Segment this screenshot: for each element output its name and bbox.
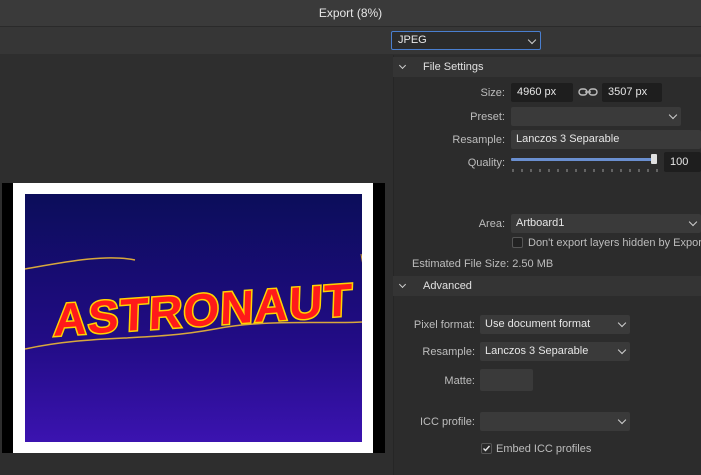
width-value: 4960 px — [517, 86, 557, 98]
resample-label: Resample: — [452, 134, 505, 146]
chevron-down-icon — [617, 345, 627, 355]
pixel-format-value: Use document format — [485, 318, 591, 330]
export-format-select[interactable]: JPEG — [391, 31, 541, 50]
preset-select[interactable] — [511, 107, 681, 126]
area-value: Artboard1 — [516, 217, 565, 229]
quality-slider-track — [511, 158, 653, 161]
link-icon[interactable] — [578, 86, 598, 98]
advanced-title: Advanced — [423, 280, 472, 292]
size-label: Size: — [480, 87, 505, 99]
preview-artwork: ASTRONAUT — [25, 194, 362, 442]
checkmark-icon — [483, 445, 491, 452]
quality-slider[interactable] — [511, 154, 659, 178]
chevron-down-icon — [398, 280, 407, 289]
embed-icc-label: Embed ICC profiles — [496, 443, 592, 455]
matte-swatch[interactable] — [480, 369, 533, 391]
file-settings-header[interactable]: File Settings — [393, 57, 701, 77]
file-settings-title: File Settings — [423, 61, 484, 73]
estimated-file-size: Estimated File Size: 2.50 MB — [412, 258, 554, 270]
advanced-resample-value: Lanczos 3 Separable — [485, 345, 589, 357]
icc-profile-select[interactable] — [480, 412, 630, 431]
resample-value: Lanczos 3 Separable — [516, 133, 620, 145]
quality-value: 100 — [670, 156, 689, 168]
window-title: Export (8%) — [318, 6, 383, 20]
artwork-title-group: ASTRONAUT — [51, 272, 355, 347]
artwork-edge-line — [360, 253, 362, 263]
height-input[interactable]: 3507 px — [602, 83, 662, 102]
artwork-title-text: ASTRONAUT — [53, 273, 354, 345]
quality-slider-ticks — [512, 169, 658, 172]
advanced-resample-select[interactable]: Lanczos 3 Separable — [480, 342, 630, 361]
hidden-layers-checkbox[interactable] — [512, 237, 523, 248]
chevron-down-icon — [668, 110, 678, 120]
quality-slider-handle[interactable] — [651, 154, 657, 164]
chevron-down-icon — [617, 415, 627, 425]
export-format-value: JPEG — [398, 34, 427, 46]
resample-select[interactable]: Lanczos 3 Separable — [511, 130, 701, 149]
preset-label: Preset: — [470, 111, 505, 123]
quality-label: Quality: — [467, 157, 505, 169]
artwork-curve-top — [25, 257, 136, 270]
toolbar — [0, 27, 701, 54]
height-value: 3507 px — [608, 86, 648, 98]
chevron-down-icon — [688, 217, 698, 227]
embed-icc-checkbox[interactable] — [481, 443, 492, 454]
chevron-down-icon — [527, 35, 537, 45]
advanced-resample-label: Resample: — [422, 346, 475, 358]
icc-profile-label: ICC profile: — [419, 416, 475, 428]
artwork-graphic: ASTRONAUT — [25, 253, 362, 350]
hidden-layers-label: Don't export layers hidden by Expor — [528, 237, 701, 249]
pixel-format-label: Pixel format: — [413, 319, 475, 331]
chevron-down-icon — [617, 318, 627, 328]
chevron-down-icon — [398, 61, 407, 70]
advanced-header[interactable]: Advanced — [393, 276, 701, 296]
area-label: Area: — [478, 218, 505, 230]
pixel-format-select[interactable]: Use document format — [480, 315, 630, 334]
matte-label: Matte: — [444, 375, 475, 387]
quality-input[interactable]: 100 — [664, 152, 701, 172]
width-input[interactable]: 4960 px — [511, 83, 573, 102]
area-select[interactable]: Artboard1 — [511, 214, 701, 233]
